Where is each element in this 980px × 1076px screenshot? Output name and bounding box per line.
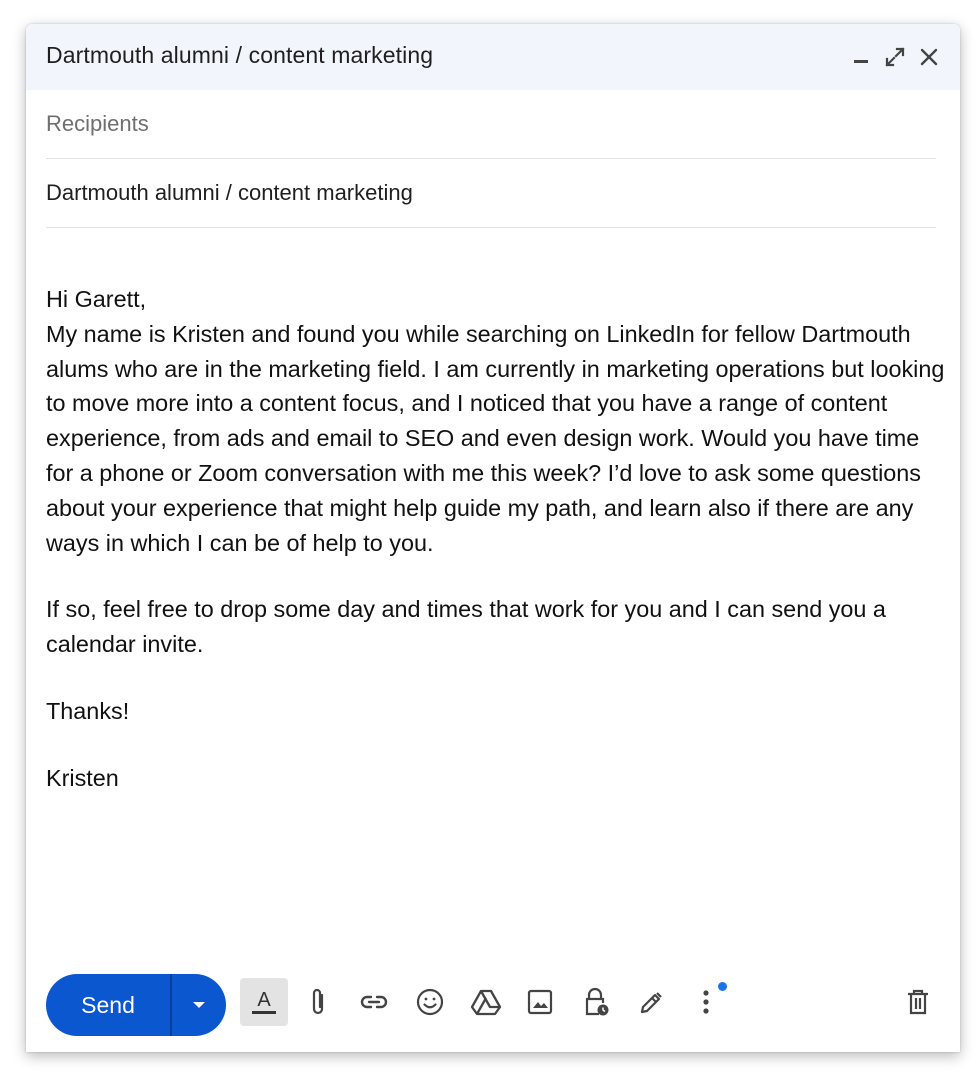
body-paragraph-1: My name is Kristen and found you while s… xyxy=(46,320,945,556)
link-icon[interactable] xyxy=(350,978,398,1026)
close-icon[interactable] xyxy=(916,44,942,70)
photo-icon[interactable] xyxy=(516,978,564,1026)
schedule-send-dropdown[interactable] xyxy=(172,974,226,1036)
body-paragraph-2: If so, feel free to drop some day and ti… xyxy=(46,596,886,658)
attach-icon[interactable] xyxy=(294,978,342,1026)
window-title: Dartmouth alumni / content marketing xyxy=(46,42,434,68)
signature-icon[interactable] xyxy=(626,978,674,1026)
chevron-down-icon xyxy=(193,1002,205,1008)
compose-header[interactable]: Dartmouth alumni / content marketing xyxy=(26,24,960,90)
subject-text: Dartmouth alumni / content marketing xyxy=(46,180,413,205)
expand-icon[interactable] xyxy=(882,44,908,70)
send-button-group: Send xyxy=(46,974,226,1036)
compose-window: Dartmouth alumni / content marketing Rec… xyxy=(26,24,960,1052)
recipients-placeholder: Recipients xyxy=(46,111,149,136)
closing: Thanks! xyxy=(46,697,130,724)
signature: Kristen xyxy=(46,764,119,791)
emoji-icon[interactable] xyxy=(406,978,454,1026)
send-button[interactable]: Send xyxy=(46,974,170,1036)
notification-dot xyxy=(718,982,727,991)
minimize-icon[interactable] xyxy=(848,44,874,70)
svg-text:A: A xyxy=(257,989,271,1011)
confidential-mode-icon[interactable] xyxy=(572,978,620,1026)
subject-field[interactable]: Dartmouth alumni / content marketing xyxy=(46,159,936,228)
formatting-icon[interactable]: A xyxy=(240,978,288,1026)
message-body[interactable]: Hi Garett, My name is Kristen and found … xyxy=(46,282,946,796)
recipients-field[interactable]: Recipients xyxy=(46,90,936,159)
compose-toolbar: Send A xyxy=(26,964,960,1052)
drive-icon[interactable] xyxy=(462,978,510,1026)
greeting: Hi Garett, xyxy=(46,286,147,312)
trash-icon[interactable] xyxy=(894,978,942,1026)
